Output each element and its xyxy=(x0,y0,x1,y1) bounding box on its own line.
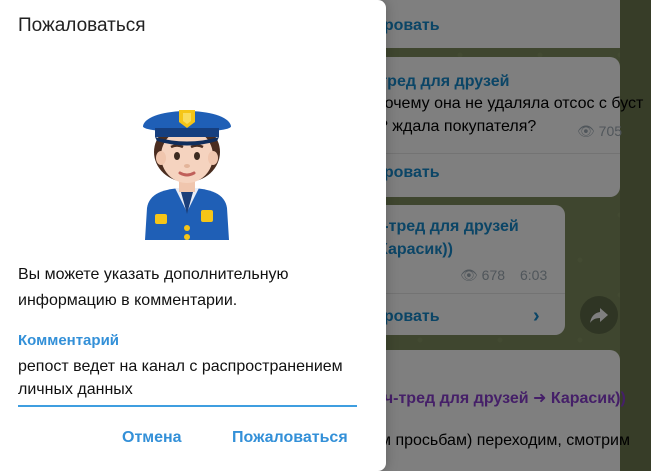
report-dialog: Пожаловаться Вы можете указать дополните… xyxy=(0,0,386,471)
dialog-title: Пожаловаться xyxy=(18,15,146,36)
report-button[interactable]: Пожаловаться xyxy=(232,429,348,447)
dialog-description: Вы можете указать дополнительную информа… xyxy=(18,266,289,309)
police-officer-icon xyxy=(142,110,232,240)
comment-input[interactable]: репост ведет на канал с распространением… xyxy=(18,355,357,407)
cancel-button[interactable]: Отмена xyxy=(122,429,182,447)
comment-label: Комментарий xyxy=(18,332,120,349)
